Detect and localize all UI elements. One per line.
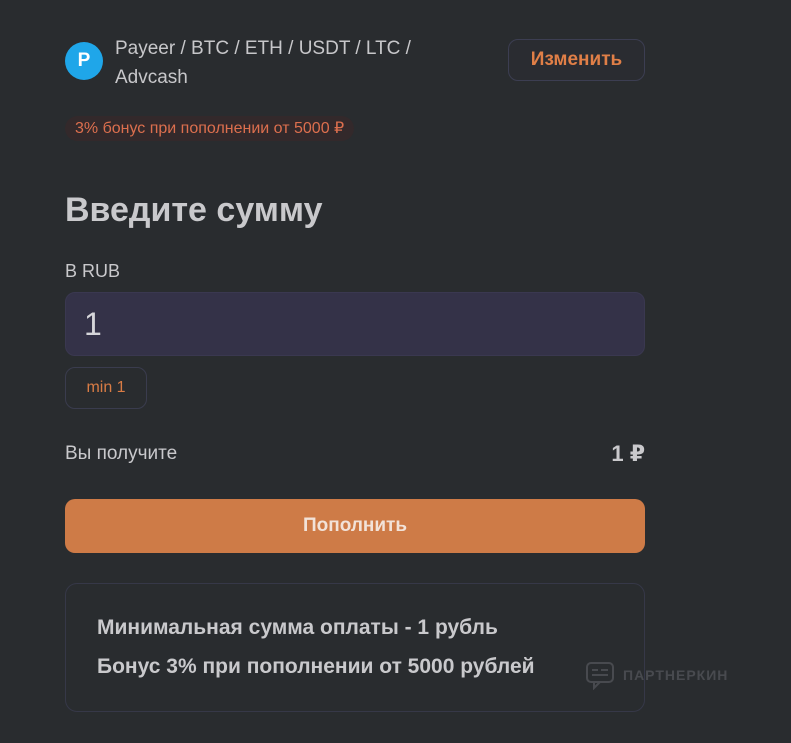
payeer-logo-letter: P xyxy=(77,50,91,71)
info-box: Минимальная сумма оплаты - 1 рубль Бонус… xyxy=(65,583,645,712)
currency-label: В RUB xyxy=(65,261,121,281)
min-amount-chip[interactable]: min 1 xyxy=(65,367,147,409)
payeer-logo-icon: P xyxy=(65,42,103,80)
payment-method-name: Payeer / BTC / ETH / USDT / LTC / Advcas… xyxy=(115,38,411,88)
payment-method-row: P Payeer / BTC / ETH / USDT / LTC / Advc… xyxy=(65,34,645,94)
page-title: Введите сумму xyxy=(65,191,323,229)
change-method-button[interactable]: Изменить xyxy=(508,39,645,81)
receive-label: Вы получите xyxy=(65,443,178,464)
info-min-amount: Минимальная сумма оплаты - 1 рубль xyxy=(97,616,498,639)
top-up-button[interactable]: Пополнить xyxy=(65,499,645,553)
amount-input[interactable] xyxy=(65,292,645,356)
info-bonus: Бонус 3% при пополнении от 5000 рублей xyxy=(97,655,535,678)
bonus-badge: 3% бонус при пополнении от 5000 ₽ xyxy=(65,116,355,141)
receive-value: 1 ₽ xyxy=(611,441,645,466)
